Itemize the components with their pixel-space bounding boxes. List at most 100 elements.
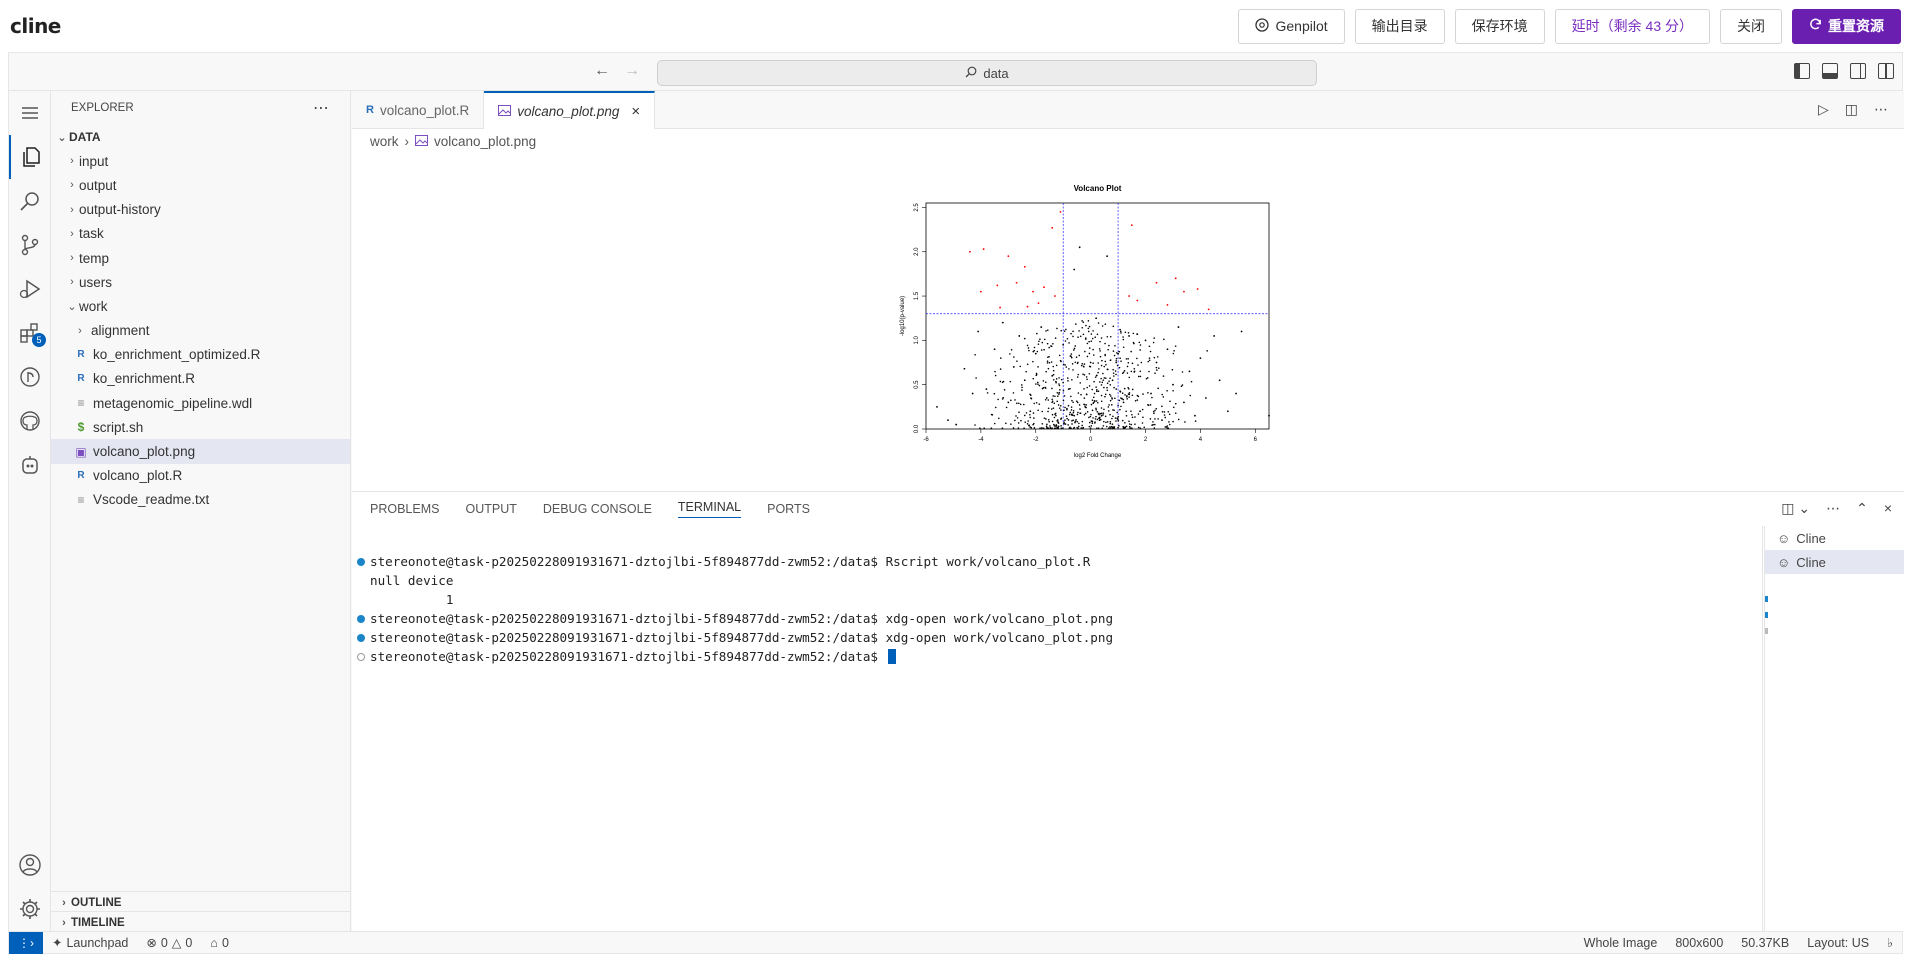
breadcrumb-work[interactable]: work [370, 134, 399, 149]
customize-layout-icon[interactable] [1878, 63, 1894, 79]
genpilot-button[interactable]: Genpilot [1238, 8, 1345, 44]
data-point [1127, 362, 1130, 364]
remote-indicator-icon[interactable]: ⋮› [9, 931, 43, 954]
outline-section[interactable]: › OUTLINE [51, 891, 350, 913]
tab-volcano-plot-r[interactable]: R volcano_plot.R [352, 91, 485, 129]
timeline-icon[interactable] [9, 355, 51, 399]
command-center-search[interactable]: data [657, 60, 1317, 86]
data-point [1044, 398, 1047, 401]
tree-folder-work[interactable]: ⌄ work [51, 294, 350, 318]
split-editor-icon[interactable]: ◫ [1845, 101, 1858, 118]
back-arrow-icon[interactable]: ← [594, 62, 610, 80]
data-point [1181, 384, 1184, 386]
forward-arrow-icon[interactable]: → [624, 62, 640, 80]
data-point [1073, 414, 1076, 417]
run-debug-icon[interactable] [9, 267, 51, 311]
panel-more-icon[interactable]: ⋯ [1826, 500, 1840, 517]
data-point [1051, 398, 1053, 401]
account-icon[interactable] [9, 843, 51, 887]
output-dir-button[interactable]: 输出目录 [1354, 8, 1445, 44]
extensions-icon[interactable]: 5 [9, 311, 51, 355]
close-tab-icon[interactable]: × [631, 103, 640, 120]
close-button[interactable]: 关闭 [1720, 8, 1782, 44]
data-point [1101, 427, 1104, 429]
image-zoom-mode[interactable]: Whole Image [1575, 935, 1667, 950]
source-control-icon[interactable] [9, 223, 51, 267]
explorer-icon[interactable] [9, 135, 51, 179]
tree-item-vscode-readme-txt[interactable]: ≡ Vscode_readme.txt [51, 488, 350, 512]
data-point [1142, 393, 1144, 395]
text-file-icon: ≡ [77, 396, 85, 411]
extend-time-button[interactable]: 延时（剩余 43 分） [1554, 8, 1710, 44]
data-point [1027, 347, 1030, 349]
panel-tab-terminal[interactable]: TERMINAL [677, 500, 742, 518]
tree-folder-task[interactable]: › task [51, 222, 350, 246]
tree-root-data[interactable]: ⌄ DATA [51, 125, 350, 149]
ports-item[interactable]: ⌂ 0 [201, 936, 238, 950]
data-point [1100, 394, 1103, 397]
toggle-primary-sidebar-icon[interactable] [1794, 63, 1810, 79]
data-point [1033, 427, 1036, 429]
tree-folder-input[interactable]: › input [51, 149, 350, 173]
tree-item-metagenomic-pipeline-wdl[interactable]: ≡ metagenomic_pipeline.wdl [51, 391, 350, 415]
breadcrumb-file[interactable]: volcano_plot.png [434, 134, 536, 149]
settings-gear-icon[interactable] [9, 887, 51, 931]
panel-tab-output[interactable]: OUTPUT [465, 502, 516, 516]
data-point [1094, 336, 1097, 339]
menu-icon[interactable] [9, 91, 51, 135]
tree-item-ko-enrichment-r[interactable]: Rko_enrichment.R [51, 367, 350, 391]
data-point [1074, 345, 1077, 347]
toggle-panel-icon[interactable] [1822, 63, 1838, 79]
maximize-panel-icon[interactable]: ⌃ [1856, 500, 1868, 517]
data-point [1126, 365, 1129, 368]
reset-resources-button[interactable]: 重置资源 [1792, 8, 1901, 44]
terminal-output[interactable]: stereonote@task-p20250228091931671-dztoj… [352, 552, 1542, 666]
tab-volcano-plot-png[interactable]: volcano_plot.png × [484, 91, 656, 129]
chevron-right-icon: › [70, 252, 74, 265]
tree-folder-label: output-history [79, 202, 161, 218]
data-point [1045, 425, 1048, 427]
terminal-instance[interactable]: ☺ Cline [1765, 550, 1904, 574]
panel-tab-debug-console[interactable]: DEBUG CONSOLE [543, 502, 652, 516]
keyboard-layout[interactable]: Layout: US [1798, 935, 1878, 950]
notifications-bell-icon[interactable]: ♭ [1878, 935, 1902, 950]
cline-bot-icon[interactable] [9, 443, 51, 487]
tree-folder-label: task [79, 226, 104, 242]
search-view-icon[interactable] [9, 179, 51, 223]
data-point [1070, 414, 1073, 416]
y-tick-label: 0.0 [914, 424, 920, 433]
panel-tab-problems[interactable]: PROBLEMS [370, 502, 439, 516]
run-icon[interactable]: ▷ [1818, 101, 1829, 118]
launchpad-item[interactable]: ✦ Launchpad [43, 935, 137, 951]
tree-folder-users[interactable]: › users [51, 270, 350, 294]
terminal-instance[interactable]: ☺ Cline [1765, 526, 1904, 550]
data-point [1012, 366, 1015, 368]
data-point [1023, 379, 1026, 382]
tree-folder-temp[interactable]: › temp [51, 246, 350, 270]
explorer-title: EXPLORER [71, 102, 134, 114]
panel-tab-ports[interactable]: PORTS [767, 502, 810, 516]
data-point [1046, 360, 1049, 362]
split-terminal-icon[interactable]: ◫ ⌄ [1781, 500, 1810, 517]
tree-item-volcano-plot-png[interactable]: ▣ volcano_plot.png [51, 439, 350, 464]
tree-folder-output[interactable]: › output [51, 173, 350, 197]
more-actions-icon[interactable]: ⋯ [313, 98, 330, 118]
tree-folder-output-history[interactable]: › output-history [51, 198, 350, 222]
tree-item-ko-enrichment-optimized-r[interactable]: Rko_enrichment_optimized.R [51, 343, 350, 367]
tree-item-alignment[interactable]: › alignment [51, 319, 350, 343]
problems-item[interactable]: ⊗ 0 △ 0 [137, 935, 201, 951]
data-point [1069, 355, 1072, 357]
terminal-line-text: stereonote@task-p20250228091931671-dztoj… [370, 611, 1114, 626]
data-point [1033, 349, 1036, 352]
github-icon[interactable] [9, 399, 51, 443]
tree-item-volcano-plot-r[interactable]: Rvolcano_plot.R [51, 464, 350, 488]
timeline-section[interactable]: › TIMELINE [51, 911, 350, 933]
data-point [1174, 402, 1177, 405]
tree-item-script-sh[interactable]: $ script.sh [51, 415, 350, 439]
close-panel-icon[interactable]: × [1884, 500, 1892, 517]
data-point [990, 413, 993, 416]
editor-more-icon[interactable]: ⋯ [1874, 101, 1888, 118]
save-env-button[interactable]: 保存环境 [1454, 8, 1545, 44]
toggle-secondary-sidebar-icon[interactable] [1850, 63, 1866, 79]
data-point [1113, 354, 1116, 357]
